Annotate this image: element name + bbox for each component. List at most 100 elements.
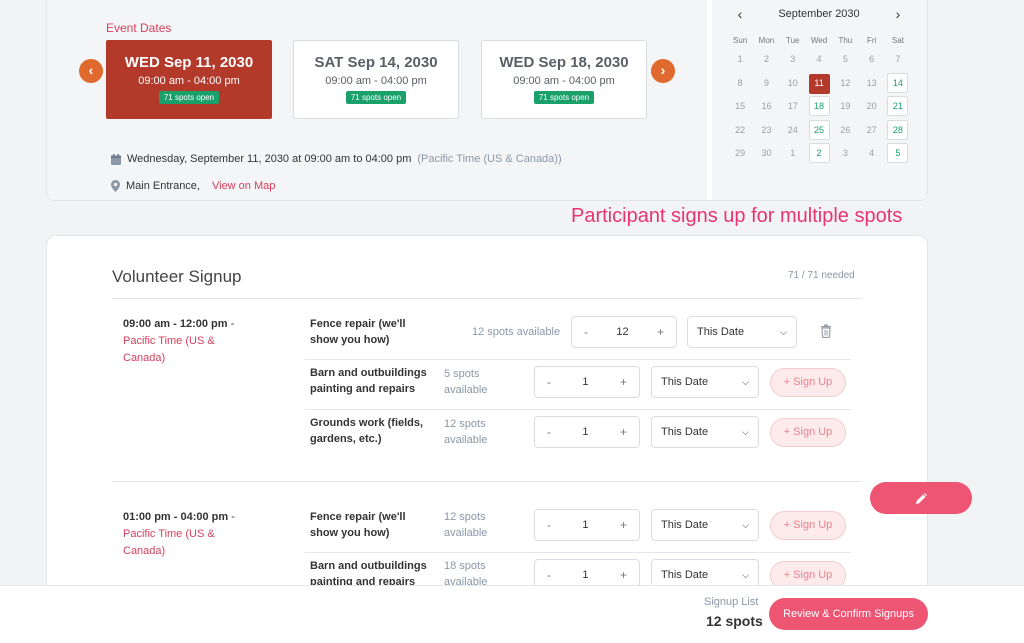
decrement-button[interactable]: - [547,518,551,532]
calendar-weekday: Tue [785,36,800,45]
chevron-down-icon: ⌵ [742,426,749,437]
calendar-month: September 2030 [778,8,860,20]
calendar-day[interactable]: 21 [885,95,911,119]
date-card-sep-14[interactable]: SAT Sep 14, 2030 09:00 am - 04:00 pm 71 … [293,40,459,119]
calendar-next-month[interactable]: › [888,6,908,22]
calendar-day: 13 [866,77,877,88]
task-name: Barn and outbuildings painting and repai… [310,367,427,395]
date-select-value: This Date [661,519,709,531]
event-datetime: Wednesday, September 11, 2030 at 09:00 a… [111,153,562,165]
calendar-day: 12 [840,77,851,88]
calendar-day: 3 [842,148,848,159]
calendar-header: ‹ September 2030 › [730,5,908,23]
sign-up-button[interactable]: + Sign Up [770,368,846,397]
calendar-day: 24 [787,124,798,135]
increment-button[interactable]: + [657,325,664,339]
sign-up-button[interactable]: + Sign Up [770,511,846,540]
next-dates-button[interactable]: › [651,59,675,83]
divider [305,409,851,410]
slot-time-1: 09:00 am - 12:00 pm - Pacific Time (US &… [123,316,253,367]
calendar-day[interactable]: 11 [806,72,832,96]
calendar-day: 20 [866,101,877,112]
date-card-time: 09:00 am - 04:00 pm [513,75,615,87]
signup-list-count: 12 spots [706,613,763,629]
event-timezone: (Pacific Time (US & Canada)) [417,153,562,165]
slot-time-range: 09:00 am - 12:00 pm [123,318,228,330]
signup-list-label: Signup List [704,596,759,608]
map-pin-icon [111,180,120,192]
chevron-down-icon: ⌵ [742,569,749,580]
decrement-button[interactable]: - [547,375,551,389]
date-card-title: SAT Sep 14, 2030 [314,54,438,71]
trash-icon[interactable] [820,324,832,338]
calendar-day: 29 [735,148,746,159]
prev-dates-button[interactable]: ‹ [79,59,103,83]
date-select[interactable]: This Date ⌵ [651,509,759,541]
date-card-sep-18[interactable]: WED Sep 18, 2030 09:00 am - 04:00 pm 71 … [481,40,647,119]
increment-button[interactable]: + [620,518,627,532]
calendar-day: 1 [790,148,796,159]
calendar-day: 23 [761,124,772,135]
quantity-stepper[interactable]: - 1 + [534,509,640,541]
increment-button[interactable]: + [620,568,627,582]
calendar-day: 1 [737,54,743,64]
calendar-day[interactable]: 18 [806,95,832,119]
edit-fab-button[interactable] [870,482,972,514]
decrement-button[interactable]: - [547,568,551,582]
quantity-value: 1 [582,376,589,388]
date-card-title: WED Sep 18, 2030 [499,54,629,71]
increment-button[interactable]: + [620,425,627,439]
date-select[interactable]: This Date ⌵ [687,316,797,348]
quantity-stepper[interactable]: - 1 + [534,416,640,448]
calendar-day: 22 [735,124,746,135]
slot-time-range: 01:00 pm - 04:00 pm [123,511,229,523]
calendar-grid: Sun Mon Tue Wed Thu Fri Sat 1 2 3 4 5 6 7 8 9 10 11 12 13 14… [727,34,911,166]
calendar-day[interactable]: 5 [885,142,911,166]
calendar-icon [111,153,121,165]
calendar-day: 6 [869,54,875,64]
calendar-prev-month[interactable]: ‹ [730,6,750,22]
chevron-down-icon: ⌵ [742,376,749,387]
chevron-right-icon: › [660,62,666,78]
review-confirm-button[interactable]: Review & Confirm Signups [769,598,928,630]
calendar-day: 30 [761,148,772,159]
calendar-day: 2 [763,54,769,64]
sign-up-button[interactable]: + Sign Up [770,418,846,447]
view-on-map-link[interactable]: View on Map [212,180,275,192]
decrement-button[interactable]: - [584,325,588,339]
quantity-value: 1 [582,426,589,438]
chevron-left-icon: ‹ [88,62,94,78]
calendar-weekday: Fri [866,36,877,45]
divider [305,552,851,553]
spots-open-badge: 71 spots open [158,91,220,104]
calendar-day[interactable]: 28 [885,119,911,143]
event-location: Main Entrance, View on Map [111,180,275,192]
task-name: Grounds work (fields, gardens, etc.) [310,417,424,445]
date-card-time: 09:00 am - 04:00 pm [138,75,240,87]
date-card-title: WED Sep 11, 2030 [124,54,254,71]
calendar-day: 3 [790,54,796,64]
increment-button[interactable]: + [620,375,627,389]
slot-time-2: 01:00 pm - 04:00 pm - Pacific Time (US &… [123,509,253,560]
date-select[interactable]: This Date ⌵ [651,416,759,448]
spots-open-badge: 71 spots open [345,91,407,104]
signup-title: Volunteer Signup [112,267,242,286]
calendar-day: 19 [840,101,851,112]
calendar-weekday: Wed [810,36,828,45]
needed-count: 71 / 71 needed [788,270,855,281]
quantity-stepper[interactable]: - 12 + [571,316,677,348]
calendar-day: 15 [735,101,746,112]
calendar-day: 27 [866,124,877,135]
calendar-day[interactable]: 14 [885,72,911,96]
date-card-time: 09:00 am - 04:00 pm [325,75,427,87]
slot-time-separator: - [230,318,235,330]
date-card-sep-11[interactable]: WED Sep 11, 2030 09:00 am - 04:00 pm 71 … [106,40,272,119]
decrement-button[interactable]: - [547,425,551,439]
calendar-day: 10 [787,77,798,88]
calendar-day: 7 [895,54,901,64]
quantity-stepper[interactable]: - 1 + [534,366,640,398]
calendar-day[interactable]: 2 [806,142,832,166]
quantity-value: 1 [582,569,589,581]
calendar-day[interactable]: 25 [806,119,832,143]
date-select[interactable]: This Date ⌵ [651,366,759,398]
